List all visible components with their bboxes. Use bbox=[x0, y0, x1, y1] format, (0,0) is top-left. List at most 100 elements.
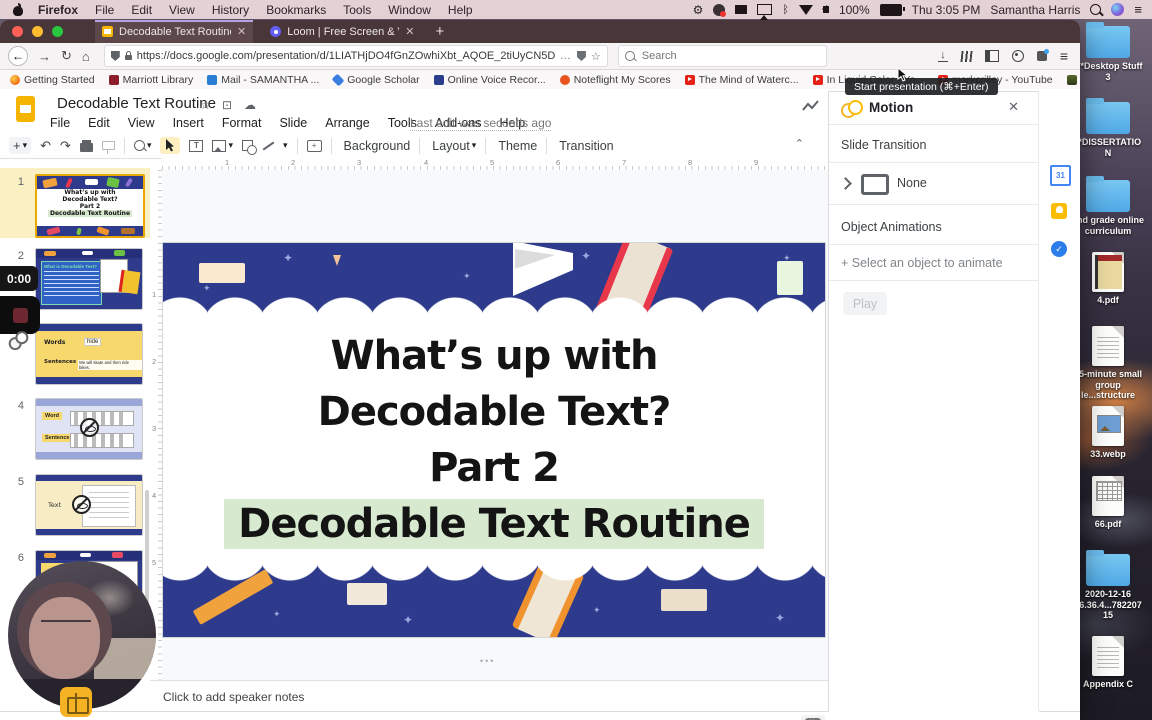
zoom-window-button[interactable] bbox=[52, 26, 63, 37]
slide-thumbnail-5[interactable]: Text bbox=[35, 474, 143, 536]
back-button[interactable]: ← bbox=[8, 46, 28, 66]
slide-thumbnail-2[interactable]: What is Decodable Text? bbox=[35, 248, 143, 310]
zoom-button[interactable]: ▾ bbox=[133, 140, 151, 151]
insert-line-button[interactable]: ▾ bbox=[262, 140, 288, 151]
transition-none-label[interactable]: None bbox=[897, 176, 927, 190]
forward-button[interactable]: → bbox=[38, 49, 51, 64]
tab-decodable-text-routine[interactable]: Decodable Text Routine - Goog ✕ bbox=[95, 20, 254, 43]
play-button[interactable]: Play bbox=[843, 292, 887, 315]
menubar-user[interactable]: Samantha Harris bbox=[990, 3, 1080, 17]
select-tool-button[interactable] bbox=[160, 137, 181, 154]
slides-menu-slide[interactable]: Slide bbox=[279, 116, 307, 130]
menubar-app-name[interactable]: Firefox bbox=[38, 3, 78, 17]
menu-view[interactable]: View bbox=[169, 3, 195, 17]
wifi-icon[interactable] bbox=[798, 4, 813, 15]
slides-menu-format[interactable]: Format bbox=[222, 116, 262, 130]
downloads-icon[interactable]: ↓ bbox=[937, 50, 948, 62]
theme-button[interactable]: Theme bbox=[498, 139, 537, 153]
battery-icon[interactable] bbox=[879, 3, 905, 16]
menu-tools[interactable]: Tools bbox=[343, 3, 371, 17]
notes-resize-handle[interactable]: ••• bbox=[480, 656, 495, 666]
menubar-clock[interactable]: Thu 3:05 PM bbox=[912, 3, 981, 17]
bluetooth-icon[interactable]: ᛒ bbox=[782, 4, 789, 16]
slides-menu-insert[interactable]: Insert bbox=[173, 116, 204, 130]
slides-menu-arrange[interactable]: Arrange bbox=[325, 116, 369, 130]
print-button[interactable] bbox=[79, 139, 93, 152]
desktop-icon-pdf[interactable]: 4.pdf bbox=[1072, 252, 1144, 306]
bookmark-item[interactable]: The Mind of Waterc... bbox=[684, 74, 799, 86]
new-slide-button[interactable]: + ▾ bbox=[9, 137, 32, 154]
layout-button[interactable]: Layout ▾ bbox=[429, 139, 476, 153]
reload-button[interactable]: ↻ bbox=[61, 48, 72, 64]
apple-menu-icon[interactable] bbox=[12, 2, 24, 16]
gift-button[interactable] bbox=[60, 687, 92, 717]
explore-button[interactable]: ✦ bbox=[801, 715, 825, 720]
loom-recording-icon[interactable] bbox=[713, 3, 727, 17]
tab-loom[interactable]: Loom | Free Screen & Video Re ✕ bbox=[263, 20, 421, 43]
star-document-icon[interactable]: ☆ bbox=[200, 98, 211, 112]
select-object-to-animate[interactable]: + Select an object to animate bbox=[841, 256, 1003, 270]
close-window-button[interactable] bbox=[12, 26, 23, 37]
slide-title-line-2[interactable]: Decodable Text? bbox=[163, 389, 825, 435]
transition-expand-chevron[interactable] bbox=[839, 177, 852, 190]
activity-dashboard-icon[interactable] bbox=[802, 99, 820, 113]
desktop-icon-image[interactable]: 33.webp bbox=[1072, 406, 1144, 460]
desktop-icon-folder[interactable]: 2020-12-16 16.36.4...78220715 bbox=[1072, 550, 1144, 621]
account-icon[interactable] bbox=[1011, 50, 1024, 62]
last-edit-status[interactable]: Last edit was seconds ago bbox=[410, 116, 552, 131]
slide-thumbnail-3[interactable]: Words hide Sentences We will skate and t… bbox=[35, 323, 143, 385]
siri-icon[interactable] bbox=[1111, 3, 1125, 16]
bookmark-item[interactable]: Mail - SAMANTHA ... bbox=[207, 74, 319, 86]
paint-format-button[interactable] bbox=[101, 141, 115, 154]
settings-icon[interactable]: ⚙ bbox=[693, 3, 704, 17]
bookmark-item[interactable]: Marriott Library bbox=[108, 74, 193, 86]
bookmark-star-icon[interactable]: ☆ bbox=[591, 50, 601, 63]
insert-image-button[interactable]: ▾ bbox=[212, 139, 233, 152]
background-button[interactable]: Background bbox=[344, 139, 411, 153]
slides-menu-file[interactable]: File bbox=[50, 116, 70, 130]
slide-title-line-1[interactable]: What’s up with bbox=[163, 333, 825, 379]
search-input[interactable] bbox=[639, 49, 794, 63]
menu-file[interactable]: File bbox=[95, 3, 114, 17]
insert-shape-button[interactable] bbox=[242, 140, 257, 155]
desktop-icon-doc[interactable]: 15-minute small group le...structure bbox=[1072, 326, 1144, 401]
extensions-icon[interactable] bbox=[1036, 49, 1049, 61]
move-folder-icon[interactable]: ⊡ bbox=[222, 98, 232, 112]
sidebar-toggle-icon[interactable] bbox=[984, 50, 999, 62]
tasks-icon[interactable]: ✓ bbox=[1051, 241, 1067, 257]
keep-icon[interactable] bbox=[1051, 203, 1067, 219]
tracking-protection-shield-icon[interactable] bbox=[110, 51, 120, 61]
bookmark-item[interactable]: How to Organize Da... bbox=[1066, 74, 1080, 86]
slide-thumbnail-1[interactable]: What’s up with Decodable Text? Part 2 De… bbox=[35, 174, 145, 238]
airplay-icon[interactable] bbox=[757, 4, 773, 20]
motion-close-icon[interactable]: ✕ bbox=[1008, 99, 1019, 115]
minimize-window-button[interactable] bbox=[32, 26, 43, 37]
volume-icon[interactable] bbox=[821, 5, 829, 13]
google-slides-logo[interactable] bbox=[16, 96, 35, 122]
app-menu-icon[interactable]: ≡ bbox=[1060, 48, 1068, 64]
menu-history[interactable]: History bbox=[212, 3, 249, 17]
insert-comment-button[interactable]: + bbox=[306, 139, 322, 152]
document-title[interactable]: Decodable Text Routine bbox=[57, 95, 216, 112]
cloud-status-icon[interactable]: ☁ bbox=[244, 98, 256, 112]
slide-title-line-4[interactable]: Decodable Text Routine bbox=[163, 499, 825, 549]
bookmark-item[interactable]: Online Voice Recor... bbox=[433, 74, 546, 86]
url-bar[interactable]: https://docs.google.com/presentation/d/1… bbox=[103, 45, 608, 67]
transition-button[interactable]: Transition bbox=[559, 139, 613, 153]
bookmark-item[interactable]: Getting Started bbox=[10, 74, 95, 86]
loom-stop-button[interactable] bbox=[0, 296, 40, 334]
desktop-icon-folder[interactable]: **DISSERTATION bbox=[1072, 98, 1144, 158]
search-box[interactable] bbox=[617, 45, 827, 67]
redo-button[interactable]: ↷ bbox=[60, 138, 71, 154]
desktop-icon-folder[interactable]: 2nd grade online curriculum bbox=[1072, 176, 1144, 236]
undo-button[interactable]: ↶ bbox=[40, 138, 51, 154]
spotlight-icon[interactable] bbox=[1090, 4, 1102, 15]
pocket-icon[interactable] bbox=[576, 51, 586, 61]
url-text[interactable]: https://docs.google.com/presentation/d/1… bbox=[137, 50, 555, 62]
desktop-icon-doc[interactable]: Appendix C bbox=[1072, 636, 1144, 690]
bookmark-item[interactable]: Google Scholar bbox=[331, 73, 420, 86]
slide-thumbnail-4[interactable]: Word Sentence bbox=[35, 398, 143, 460]
menu-edit[interactable]: Edit bbox=[131, 3, 152, 17]
slides-menu-view[interactable]: View bbox=[128, 116, 155, 130]
slide-editor[interactable]: ✦ ✦ ✦ ✦ ✦ What’s up with Decodable Text?… bbox=[162, 242, 826, 638]
